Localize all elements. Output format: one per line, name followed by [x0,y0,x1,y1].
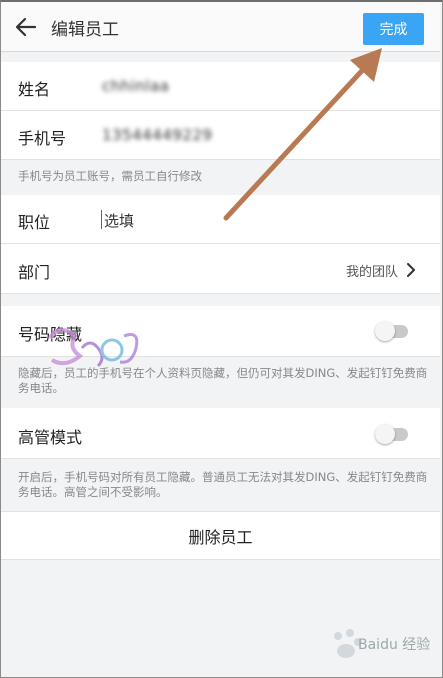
phone-label: 手机号 [18,129,67,148]
text-cursor [101,210,102,229]
top-bar: 编辑员工 完成 [1,2,440,52]
done-button[interactable]: 完成 [363,13,424,45]
exec-mode-row: 高管模式 [1,408,440,459]
baidu-watermark-text: Baidu 经验 [358,637,431,653]
phone-row[interactable]: 手机号 13544449229 [1,111,440,160]
position-input[interactable]: 选填 [104,210,134,231]
department-value: 我的团队 [345,265,398,280]
phone-hint: 手机号为员工账号，需员工自行修改 [1,160,440,194]
toggle-knob [375,424,395,444]
watermark-logo-icon [40,318,150,378]
name-row[interactable]: 姓名 chhinlaa [1,62,440,111]
department-label: 部门 [18,263,51,282]
chevron-right-icon [404,262,418,277]
delete-employee-button[interactable]: 删除员工 [1,511,440,560]
hide-number-toggle[interactable] [375,321,408,341]
exec-mode-toggle[interactable] [375,424,408,444]
toggle-knob [375,321,395,341]
exec-mode-label: 高管模式 [18,428,83,447]
department-row[interactable]: 部门 我的团队 [1,244,440,294]
name-label: 姓名 [18,80,51,99]
phone-field[interactable]: 13544449229 [102,126,212,144]
name-field[interactable]: chhinlaa [102,77,170,95]
page-title: 编辑员工 [51,20,119,40]
back-arrow-icon[interactable] [15,16,37,38]
delete-employee-label: 删除员工 [188,527,253,547]
position-label: 职位 [18,213,51,232]
position-row[interactable]: 职位 选填 [1,195,440,244]
exec-mode-hint: 开启后，手机号码对所有员工隐藏。普通员工无法对其发DING、发起钉钉免费商务电话… [1,460,440,510]
